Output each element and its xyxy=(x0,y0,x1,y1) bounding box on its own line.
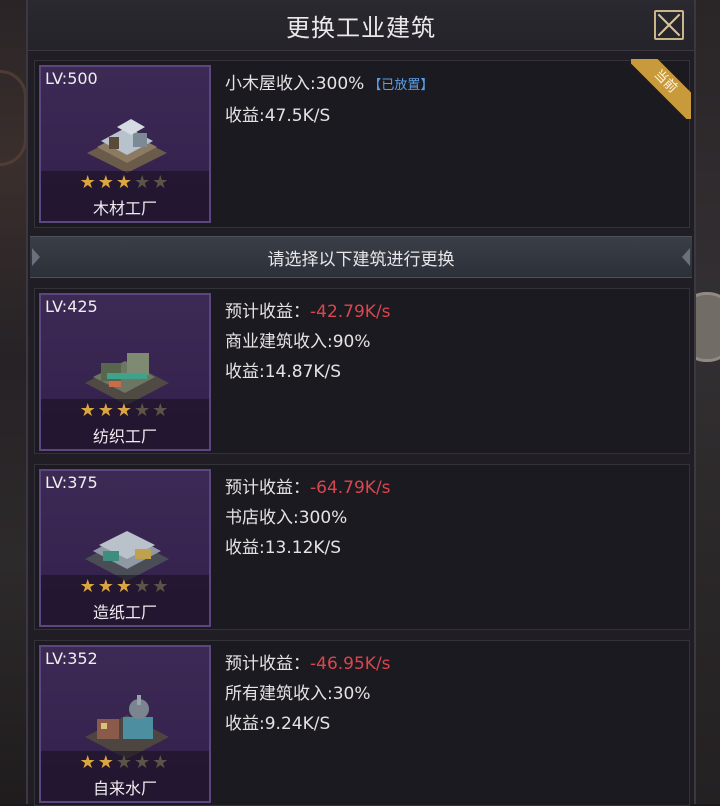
building-thumbnail: LV:500 ★★★★★ 木材工厂 xyxy=(39,65,211,223)
star-icon: ★ xyxy=(97,576,116,597)
thumbnail-footer: ★★★★★ 造纸工厂 xyxy=(41,575,209,625)
star-rating: ★★★★★ xyxy=(41,173,209,193)
star-icon: ★ xyxy=(79,400,98,421)
building-icon xyxy=(87,119,167,173)
expected-income-value: -46.95K/s xyxy=(310,654,391,674)
star-icon: ★ xyxy=(115,752,135,773)
thumbnail-footer: ★★★★★ 纺织工厂 xyxy=(41,399,209,449)
building-info: 预计收益：-64.79K/s 书店收入:300% 收益:13.12K/S xyxy=(225,473,391,563)
star-rating: ★★★★★ xyxy=(41,753,209,773)
building-option-card[interactable]: LV:425 ★★★★★ 纺织工厂 预计收益：-42.79K/s 商业建筑收入:… xyxy=(34,288,690,454)
star-icon: ★ xyxy=(79,752,98,773)
star-icon: ★ xyxy=(115,576,135,597)
replace-building-dialog: 更换工业建筑 LV:500 ★★★★★ 木材工厂 小木屋收入:300% 【已放置】 xyxy=(26,0,696,806)
income-text: 收益:47.5K/S xyxy=(225,106,331,126)
building-level: LV:425 xyxy=(45,297,98,316)
income-text: 收益:9.24K/S xyxy=(225,714,331,734)
expected-income-value: -64.79K/s xyxy=(310,478,391,498)
star-icon: ★ xyxy=(152,400,171,421)
current-ribbon: 当前 xyxy=(631,59,691,119)
star-icon: ★ xyxy=(152,576,171,597)
building-name: 造纸工厂 xyxy=(92,603,157,622)
star-icon: ★ xyxy=(79,172,98,193)
building-name: 木材工厂 xyxy=(92,199,157,218)
building-icon xyxy=(85,695,169,759)
building-level: LV:500 xyxy=(45,69,98,88)
building-thumbnail: LV:375 ★★★★★ 造纸工厂 xyxy=(39,469,211,627)
building-level: LV:352 xyxy=(45,649,98,668)
bonus-text: 所有建筑收入:30% xyxy=(225,684,371,704)
income-text: 收益:14.87K/S xyxy=(225,362,342,382)
star-rating: ★★★★★ xyxy=(41,401,209,421)
star-icon: ★ xyxy=(97,172,116,193)
expected-income-label: 预计收益： xyxy=(225,302,310,322)
building-icon xyxy=(85,531,169,581)
bonus-text: 小木屋收入:300% xyxy=(225,74,365,94)
current-building-card: LV:500 ★★★★★ 木材工厂 小木屋收入:300% 【已放置】 收益:47.… xyxy=(34,59,691,228)
building-option-card[interactable]: LV:352 ★★★★★ 自来水厂 预计收益：-46.95K/s 所有建筑收入:… xyxy=(34,640,690,806)
bonus-text: 商业建筑收入:90% xyxy=(225,332,371,352)
star-icon: ★ xyxy=(115,400,135,421)
section-divider: 请选择以下建筑进行更换 xyxy=(30,236,692,278)
star-icon: ★ xyxy=(79,576,98,597)
building-icon xyxy=(85,353,169,405)
star-icon: ★ xyxy=(134,400,153,421)
building-option-card[interactable]: LV:375 ★★★★★ 造纸工厂 预计收益：-64.79K/s 书店收入:30… xyxy=(34,464,690,630)
title-bar: 更换工业建筑 xyxy=(28,0,694,51)
building-name: 自来水厂 xyxy=(92,779,157,798)
star-icon: ★ xyxy=(134,172,153,193)
building-name: 纺织工厂 xyxy=(92,427,157,446)
thumbnail-footer: ★★★★★ 自来水厂 xyxy=(41,751,209,801)
star-icon: ★ xyxy=(134,752,153,773)
star-rating: ★★★★★ xyxy=(41,577,209,597)
building-thumbnail: LV:352 ★★★★★ 自来水厂 xyxy=(39,645,211,803)
divider-text: 请选择以下建筑进行更换 xyxy=(267,250,455,270)
star-icon: ★ xyxy=(115,172,135,193)
star-icon: ★ xyxy=(97,400,116,421)
close-icon[interactable] xyxy=(654,10,684,40)
background-ring xyxy=(0,70,27,166)
bonus-text: 书店收入:300% xyxy=(225,508,348,528)
expected-income-label: 预计收益： xyxy=(225,478,310,498)
expected-income-value: -42.79K/s xyxy=(310,302,391,322)
dialog-title: 更换工业建筑 xyxy=(286,14,436,42)
building-info: 预计收益：-46.95K/s 所有建筑收入:30% 收益:9.24K/S xyxy=(225,649,391,739)
building-info: 预计收益：-42.79K/s 商业建筑收入:90% 收益:14.87K/S xyxy=(225,297,391,387)
current-ribbon-label: 当前 xyxy=(631,59,691,119)
building-thumbnail: LV:425 ★★★★★ 纺织工厂 xyxy=(39,293,211,451)
star-icon: ★ xyxy=(97,752,116,773)
expected-income-label: 预计收益： xyxy=(225,654,310,674)
star-icon: ★ xyxy=(134,576,153,597)
star-icon: ★ xyxy=(152,172,171,193)
building-level: LV:375 xyxy=(45,473,98,492)
income-text: 收益:13.12K/S xyxy=(225,538,342,558)
placed-tag: 【已放置】 xyxy=(368,78,434,93)
thumbnail-footer: ★★★★★ 木材工厂 xyxy=(41,171,209,221)
star-icon: ★ xyxy=(152,752,171,773)
building-info: 小木屋收入:300% 【已放置】 收益:47.5K/S xyxy=(225,69,433,131)
